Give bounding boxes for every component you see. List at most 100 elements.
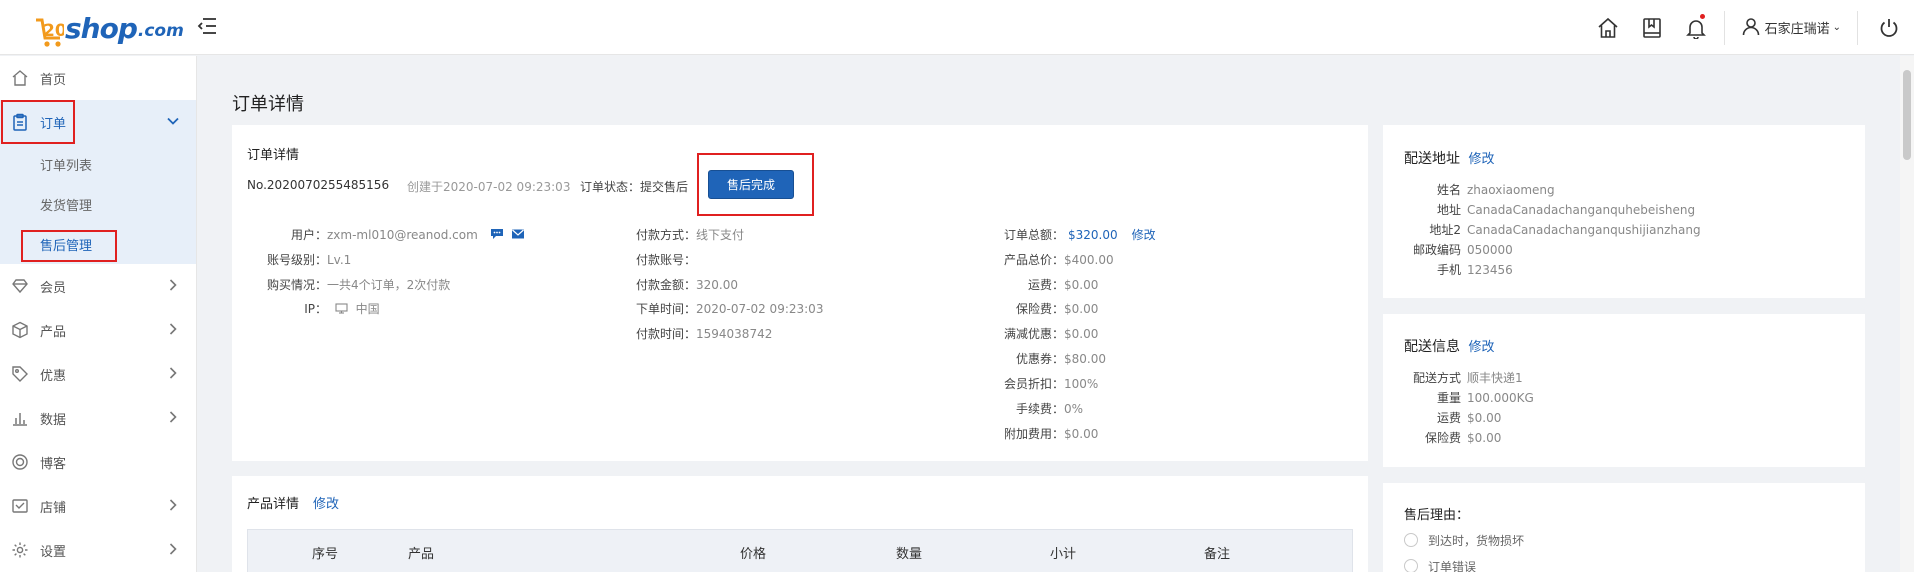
reason-option[interactable]: 到达时，货物损坏: [1404, 527, 1524, 553]
purchase-label: 购买情况：: [266, 278, 327, 292]
reason-option[interactable]: 订单错误: [1404, 553, 1524, 572]
sidebar-item-label: 店铺: [40, 500, 67, 516]
pay-method-value: 线下支付: [696, 228, 745, 242]
sidebar-item-home[interactable]: 首页: [0, 56, 196, 100]
field-label: 邮政编码: [1412, 243, 1461, 257]
shop-icon: [10, 496, 30, 516]
sidebar-item-shop[interactable]: 店铺: [0, 484, 196, 528]
order-time-label: 下单时间：: [635, 302, 696, 316]
logo-text: shop: [65, 12, 138, 45]
sidebar-item-blog[interactable]: 博客: [0, 440, 196, 484]
level-label: 账号级别：: [266, 253, 327, 267]
logo[interactable]: 20 shop .com: [34, 6, 184, 47]
discount-value: $0.00: [1064, 327, 1099, 341]
address-row: 手机 123456: [1383, 260, 1701, 280]
sidebar-item-label: 会员: [40, 280, 67, 296]
address-row: 姓名 zhaoxiaomeng: [1383, 180, 1701, 200]
sidebar-item-label: 数据: [40, 412, 67, 428]
shipping-row: 运费 $0.00: [1383, 408, 1534, 428]
coupon-label: 优惠券：: [1015, 352, 1064, 366]
divider: [1857, 10, 1858, 45]
chevron-right-icon: [166, 498, 180, 512]
level-value: Lv.1: [327, 253, 352, 267]
scrollbar[interactable]: [1900, 56, 1914, 572]
field-value: 顺丰快递1: [1467, 371, 1523, 385]
sidebar-subitem-after-sale[interactable]: 售后管理: [0, 224, 196, 264]
sidebar-subitem-order-list[interactable]: 订单列表: [0, 144, 196, 184]
column-header: 价格: [740, 547, 767, 562]
shipping-info-panel: 配送信息 修改 配送方式 顺丰快递1 重量 100.000KG 运费 $0.00 保险…: [1383, 314, 1865, 467]
sidebar-item-label: 博客: [40, 456, 67, 472]
scrollbar-thumb[interactable]: [1903, 70, 1911, 160]
shipping-row: 保险费 $0.00: [1383, 428, 1534, 448]
sidebar-item-label: 首页: [40, 72, 67, 88]
edit-address-link[interactable]: 修改: [1468, 152, 1494, 167]
tag-icon: [10, 364, 30, 384]
column-header: 小计: [1050, 547, 1077, 562]
sidebar-item-members[interactable]: 会员: [0, 264, 196, 308]
radio-button[interactable]: [1404, 533, 1418, 547]
mail-icon[interactable]: [511, 228, 525, 243]
coupon-value: $80.00: [1064, 352, 1106, 366]
chevron-right-icon: [166, 542, 180, 556]
user-email: zxm-ml010@reanod.com: [327, 228, 478, 242]
fee-label: 手续费：: [1015, 402, 1064, 416]
order-created: 创建于2020-07-02 09:23:03: [407, 180, 571, 194]
chat-icon[interactable]: [490, 228, 504, 243]
status-badge: 提交售后: [640, 180, 689, 194]
address-row: 地址2 CanadaCanadachanganqushijianzhang: [1383, 220, 1700, 240]
field-label: 地址2: [1429, 223, 1461, 237]
after-sale-complete-button[interactable]: 售后完成: [708, 170, 794, 199]
pay-account-label: 付款账号：: [635, 253, 696, 267]
edit-total-link[interactable]: 修改: [1132, 228, 1156, 242]
radio-button[interactable]: [1404, 559, 1418, 572]
user-icon: [1741, 16, 1761, 40]
member-discount-value: 100%: [1064, 377, 1099, 391]
sidebar-item-data[interactable]: 数据: [0, 396, 196, 440]
edit-products-link[interactable]: 修改: [313, 497, 339, 512]
bell-icon[interactable]: [1674, 0, 1718, 55]
page-title: 订单详情: [232, 94, 304, 115]
field-value: CanadaCanadachanganquhebeisheng: [1467, 203, 1696, 217]
menu-collapse-icon[interactable]: [196, 15, 218, 37]
clipboard-icon: [10, 112, 30, 132]
field-value: $0.00: [1467, 411, 1502, 425]
pay-method-label: 付款方式：: [635, 228, 696, 242]
book-icon[interactable]: [1630, 0, 1674, 55]
insurance-value: $0.00: [1064, 302, 1099, 316]
sidebar-item-settings[interactable]: 设置: [0, 528, 196, 572]
sidebar-item-orders[interactable]: 订单: [0, 100, 196, 144]
sidebar-item-promotions[interactable]: 优惠: [0, 352, 196, 396]
field-label: 运费: [1436, 411, 1461, 425]
section-title: 订单详情: [247, 148, 300, 163]
discount-label: 满减优惠：: [1003, 327, 1064, 341]
chevron-right-icon: [166, 278, 180, 292]
fee-value: 0%: [1064, 402, 1084, 416]
home-icon[interactable]: [1586, 0, 1630, 55]
top-bar: 20 shop .com 石家庄瑞诺 ⌄: [0, 0, 1914, 55]
sidebar-subitem-label: 发货管理: [40, 198, 93, 214]
option-label: 订单错误: [1428, 559, 1477, 572]
purchase-value: 一共4个订单，2次付款: [327, 278, 451, 292]
sidebar-subitem-shipping[interactable]: 发货管理: [0, 184, 196, 224]
gear-icon: [10, 540, 30, 560]
ip-value: 中国: [355, 302, 380, 316]
field-value: 050000: [1467, 243, 1513, 257]
section-title: 售后理由：: [1404, 508, 1470, 523]
power-icon[interactable]: [1864, 0, 1914, 55]
table-header: 序号 产品 价格 数量 小计 备注: [247, 529, 1353, 572]
logo-cart-icon: 20: [34, 14, 67, 47]
user-menu[interactable]: 石家庄瑞诺 ⌄: [1731, 0, 1851, 55]
target-icon: [10, 452, 30, 472]
ip-label: IP：: [304, 302, 327, 316]
shipping-row: 配送方式 顺丰快递1: [1383, 368, 1534, 388]
field-label: 重量: [1436, 391, 1461, 405]
divider: [1723, 10, 1725, 45]
sidebar-item-products[interactable]: 产品: [0, 308, 196, 352]
address-row: 邮政编码 050000: [1383, 240, 1701, 260]
pay-time-value: 1594038742: [696, 327, 773, 341]
chevron-right-icon: [166, 366, 180, 380]
column-header: 序号: [312, 547, 339, 562]
chevron-right-icon: [166, 322, 180, 336]
edit-shipping-link[interactable]: 修改: [1468, 340, 1494, 355]
